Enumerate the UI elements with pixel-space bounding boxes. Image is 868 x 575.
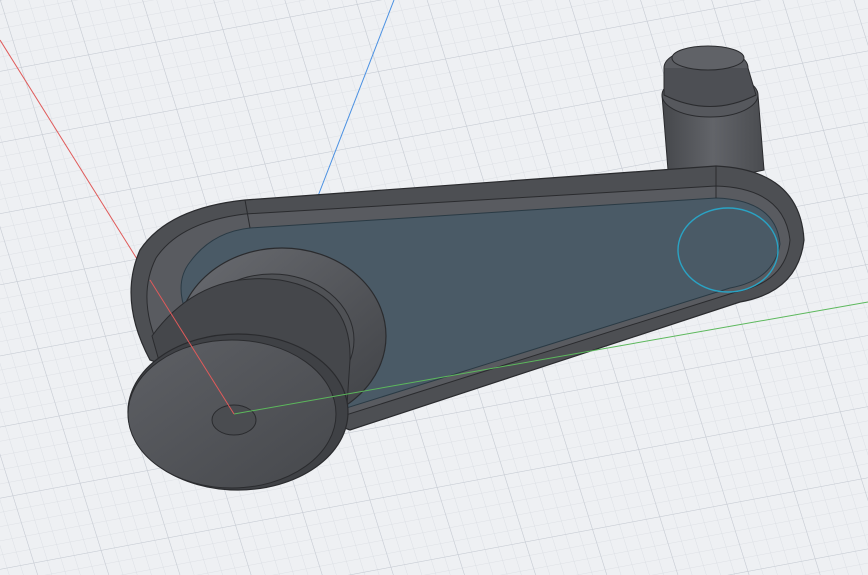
center-hole[interactable] <box>211 404 257 436</box>
hub-front-disc[interactable] <box>127 333 349 491</box>
3d-viewport[interactable] <box>0 0 868 575</box>
viewport-canvas[interactable] <box>0 0 868 575</box>
